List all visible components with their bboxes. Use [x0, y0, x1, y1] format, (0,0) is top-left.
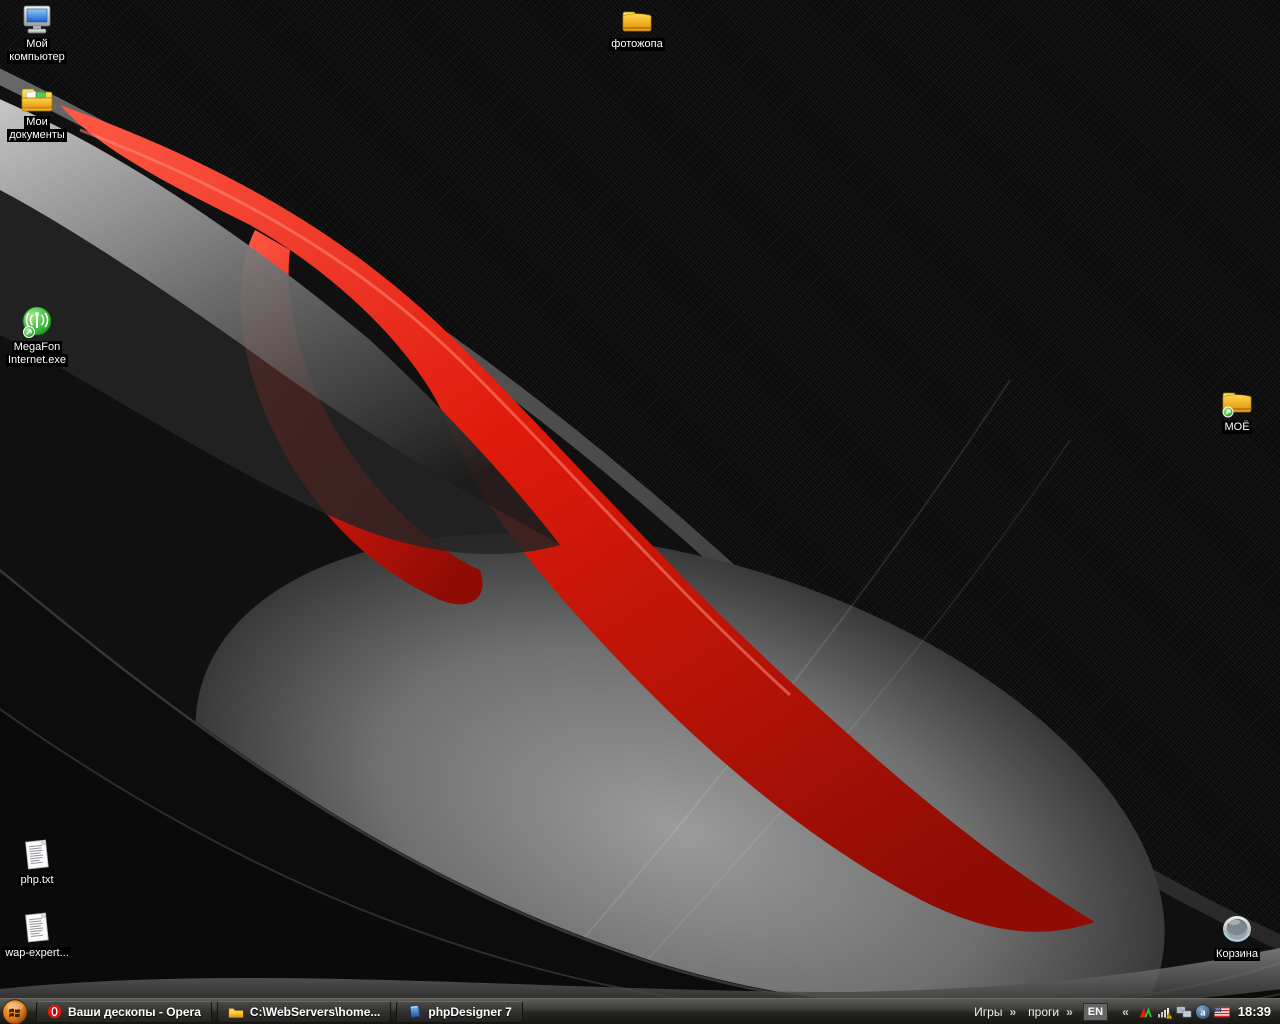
- folder-icon: [228, 1005, 244, 1019]
- icon-label-line: Internet.exe: [6, 354, 68, 367]
- text-file-icon: [21, 911, 53, 945]
- us-flag-icon[interactable]: [1214, 1004, 1230, 1020]
- desktop-icon-my-documents[interactable]: Мои документы: [0, 80, 74, 142]
- text-file-icon: [21, 838, 53, 872]
- taskbar-button-label: Ваши дескопы - Opera: [68, 1005, 201, 1019]
- taskbar-button-webservers[interactable]: C:\WebServers\home...: [217, 1001, 392, 1023]
- taskbar-button-label: phpDesigner 7: [428, 1005, 511, 1019]
- chevron-expand-icon[interactable]: »: [1066, 1005, 1072, 1019]
- desktop-screen: Мой компьютер Мои документы: [0, 0, 1280, 1024]
- desktop-icon-my-computer[interactable]: Мой компьютер: [0, 2, 74, 64]
- desktop-icon-fotozhopa[interactable]: фотожопа: [600, 2, 674, 51]
- folder-documents-icon: [20, 80, 54, 114]
- icon-label: МОЁ: [1222, 421, 1251, 434]
- taskbar-button-phpdesigner[interactable]: phpDesigner 7: [396, 1001, 522, 1023]
- modem-signal-icon[interactable]: [1138, 1004, 1154, 1020]
- taskbar: Ваши дескопы - Opera C:\WebServers\home.…: [0, 998, 1280, 1024]
- icon-label: Мои документы: [7, 116, 67, 142]
- megafon-signal-icon: [20, 305, 54, 339]
- icon-label: MegaFon Internet.exe: [6, 341, 68, 367]
- desktop-icon-moyo[interactable]: МОЁ: [1200, 385, 1274, 434]
- desktop-icon-wap-expert[interactable]: wap-expert...: [0, 911, 74, 960]
- system-tray: a: [1138, 1004, 1230, 1020]
- wallpaper-swirl-art: [0, 0, 1280, 1024]
- icon-label-line: компьютер: [7, 51, 66, 64]
- recycle-bin-icon: [1219, 912, 1255, 946]
- desktop-icon-php-txt[interactable]: php.txt: [0, 838, 74, 887]
- icon-label-line: Мой: [24, 38, 50, 51]
- opera-icon: [47, 1004, 62, 1019]
- signal-warning-icon[interactable]: [1157, 1004, 1173, 1020]
- desktop-icon-recycle-bin[interactable]: Корзина: [1200, 912, 1274, 961]
- icon-label: Корзина: [1214, 948, 1260, 961]
- icon-label-line: wap-expert...: [3, 947, 71, 960]
- chevron-expand-icon[interactable]: »: [1009, 1005, 1015, 1019]
- icon-label-line: МОЁ: [1222, 421, 1251, 434]
- svg-text:a: a: [1200, 1007, 1206, 1018]
- icon-label-line: MegaFon: [12, 341, 62, 354]
- icon-label-line: документы: [7, 129, 67, 142]
- icon-label-line: php.txt: [18, 874, 55, 887]
- avast-icon[interactable]: a: [1195, 1004, 1211, 1020]
- desktop-wallpaper: [0, 0, 1280, 1024]
- network-computers-icon[interactable]: [1176, 1004, 1192, 1020]
- icon-label-line: фотожопа: [609, 38, 664, 51]
- taskbar-button-label: C:\WebServers\home...: [250, 1005, 381, 1019]
- phpdesigner-icon: [407, 1004, 422, 1019]
- icon-label: wap-expert...: [3, 947, 71, 960]
- computer-icon: [20, 2, 54, 36]
- toolbar-games[interactable]: Игры: [974, 1005, 1002, 1019]
- language-indicator[interactable]: EN: [1083, 1003, 1108, 1021]
- taskbar-button-opera[interactable]: Ваши дескопы - Opera: [36, 1001, 212, 1023]
- icon-label: php.txt: [18, 874, 55, 887]
- toolbar-progi[interactable]: проги: [1028, 1005, 1059, 1019]
- start-button[interactable]: [2, 999, 28, 1024]
- chevron-collapse-icon[interactable]: «: [1122, 1005, 1128, 1019]
- folder-icon: [620, 2, 654, 36]
- icon-label-line: Корзина: [1214, 948, 1260, 961]
- taskbar-right-cluster: Игры » проги » EN «: [964, 1003, 1280, 1021]
- folder-shortcut-icon: [1220, 385, 1254, 419]
- icon-label: фотожопа: [609, 38, 664, 51]
- desktop-icon-megafon[interactable]: MegaFon Internet.exe: [0, 305, 74, 367]
- icon-label-line: Мои: [24, 116, 50, 129]
- icon-label: Мой компьютер: [7, 38, 66, 64]
- taskbar-clock[interactable]: 18:39: [1238, 1004, 1271, 1019]
